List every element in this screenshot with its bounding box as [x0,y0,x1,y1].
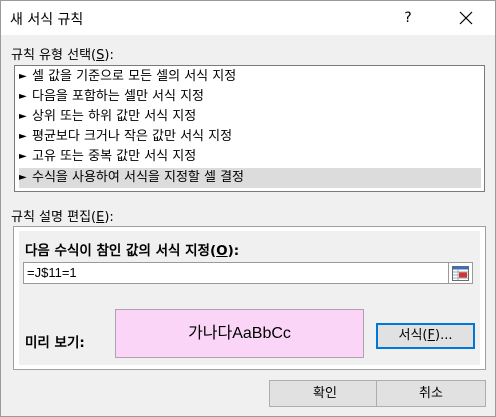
arrow-right-icon: ► [19,71,27,82]
dialog-title: 새 서식 규칙 [10,12,84,28]
rule-type-item[interactable]: ► 평균보다 크거나 작은 값만 서식 지정 [19,127,481,147]
rule-description-label: 규칙 설명 편집(E): [11,210,114,225]
arrow-right-icon: ► [19,172,27,183]
rule-type-item[interactable]: ► 셀 값을 기준으로 모든 셀의 서식 지정 [19,67,481,87]
arrow-right-icon: ► [19,111,27,122]
arrow-right-icon: ► [19,91,27,102]
range-select-icon [452,266,469,281]
rule-type-item[interactable]: ► 다음을 포함하는 셀만 서식 지정 [19,87,481,107]
title-bar: 새 서식 규칙 ? [1,1,495,35]
rule-type-item-label: 다음을 포함하는 셀만 서식 지정 [32,89,205,104]
range-select-button[interactable] [449,262,473,284]
formula-label: 다음 수식이 참인 값의 서식 지정(O): [25,243,240,259]
close-icon [459,11,473,25]
preview-label: 미리 보기: [25,335,85,351]
rule-type-label: 규칙 유형 선택(S): [11,48,114,63]
rule-type-item-label: 셀 값을 기준으로 모든 셀의 서식 지정 [32,69,237,84]
rule-type-item[interactable]: ► 수식을 사용하여 서식을 지정할 셀 결정 [19,168,481,188]
rule-type-item-label: 고유 또는 중복 값만 서식 지정 [32,149,197,164]
rule-type-item-label: 수식을 사용하여 서식을 지정할 셀 결정 [32,170,245,185]
rule-type-item-label: 상위 또는 하위 값만 서식 지정 [32,109,197,124]
rule-type-item[interactable]: ► 상위 또는 하위 값만 서식 지정 [19,107,481,127]
rule-type-item[interactable]: ► 고유 또는 중복 값만 서식 지정 [19,147,481,167]
new-format-rule-dialog: 새 서식 규칙 ? 규칙 유형 선택(S): ► 셀 값을 기준으로 모든 셀의 … [0,0,496,417]
rule-type-item-label: 평균보다 크거나 작은 값만 서식 지정 [32,129,233,144]
format-button[interactable]: 서식(F)... [376,323,475,349]
rule-type-list[interactable]: ► 셀 값을 기준으로 모든 셀의 서식 지정 ► 다음을 포함하는 셀만 서식 지정… [14,65,485,192]
arrow-right-icon: ► [19,131,27,142]
cancel-button[interactable]: 취소 [376,380,486,407]
rule-description-panel: 다음 수식이 참인 값의 서식 지정(O): =J$11=1 미리 보기: 가나… [13,226,486,370]
close-button[interactable] [453,6,479,30]
rule-description-inner: 다음 수식이 참인 값의 서식 지정(O): =J$11=1 미리 보기: 가나… [19,231,480,365]
arrow-right-icon: ► [19,151,27,162]
help-button[interactable]: ? [397,7,419,29]
ok-button[interactable]: 확인 [269,380,381,407]
format-preview: 가나다AaBbCc [115,309,364,358]
formula-input[interactable]: =J$11=1 [23,262,449,284]
